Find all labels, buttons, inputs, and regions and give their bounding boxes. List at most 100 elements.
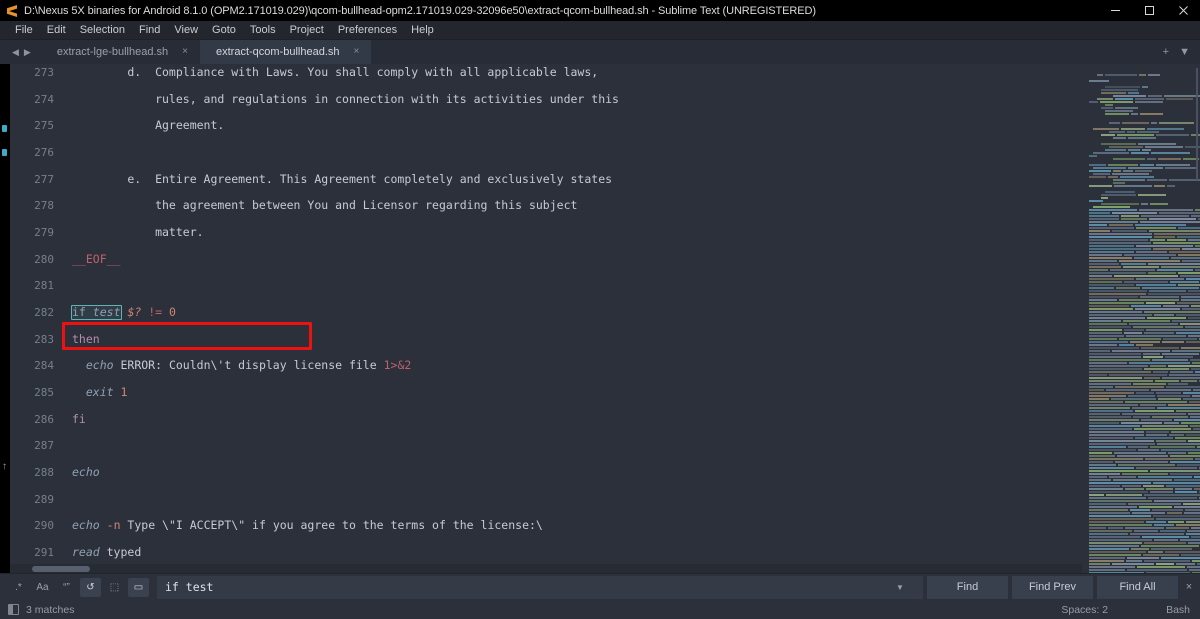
maximize-button[interactable]: [1132, 0, 1166, 21]
code-line-291[interactable]: 291 read typed: [10, 545, 1200, 559]
minimap-row: [1089, 425, 1200, 427]
highlight-results-icon[interactable]: ▭: [128, 577, 149, 597]
search-history-dropdown-icon[interactable]: ▼: [877, 575, 923, 599]
tab-extract-lge-bullhead[interactable]: extract-lge-bullhead.sh ×: [41, 40, 200, 64]
code-content[interactable]: 273 d. Compliance with Laws. You shall c…: [10, 65, 1200, 573]
code-line-287[interactable]: 287: [10, 439, 1200, 452]
find-panel-close-icon[interactable]: ×: [1178, 576, 1200, 599]
regex-icon[interactable]: .*: [8, 578, 29, 597]
line-text: e. Entire Agreement. This Agreement comp…: [72, 171, 613, 186]
menu-item-preferences[interactable]: Preferences: [331, 21, 404, 40]
minimap-rows: [1083, 64, 1200, 573]
minimap-row: [1089, 335, 1200, 337]
minimap-row: [1089, 371, 1200, 373]
code-editor[interactable]: 273 d. Compliance with Laws. You shall c…: [10, 64, 1200, 573]
code-line-284[interactable]: 284 echo ERROR: Couldn\'t display licens…: [10, 358, 1200, 373]
minimap-row: [1089, 287, 1200, 289]
find-all-button[interactable]: Find All: [1097, 575, 1178, 599]
minimap-row: [1089, 569, 1200, 571]
code-line-280[interactable]: 280 __EOF__: [10, 251, 1200, 266]
minimap-row: [1089, 470, 1200, 472]
close-button[interactable]: [1166, 0, 1200, 21]
line-text: echo: [72, 464, 100, 479]
minimap-row: [1089, 221, 1200, 223]
code-line-276[interactable]: 276: [10, 146, 1200, 159]
minimap-row: [1089, 164, 1197, 166]
minimap-row: [1089, 206, 1197, 208]
case-sensitive-icon[interactable]: Aa: [32, 578, 53, 597]
syntax-setting[interactable]: Bash: [1166, 604, 1190, 616]
line-text: __EOF__: [72, 251, 121, 266]
minimap-row: [1089, 572, 1200, 573]
line-number: 282: [34, 305, 54, 319]
minimap-row: [1089, 455, 1200, 457]
code-line-282[interactable]: 282 if test $? != 0: [10, 304, 1200, 321]
code-line-286[interactable]: 286 fi: [10, 412, 1200, 426]
code-line-273[interactable]: 273 d. Compliance with Laws. You shall c…: [10, 65, 1200, 79]
new-tab-icon[interactable]: +: [1163, 46, 1169, 58]
menu-item-file[interactable]: File: [8, 21, 40, 40]
line-number: 281: [34, 279, 54, 293]
minimize-button[interactable]: [1098, 0, 1132, 21]
minimap-row: [1089, 68, 1197, 70]
menu-item-project[interactable]: Project: [283, 21, 331, 40]
wrap-icon[interactable]: ↺: [80, 577, 101, 597]
minimap-row: [1089, 239, 1200, 241]
code-line-278[interactable]: 278 the agreement between You and Licens…: [10, 199, 1200, 213]
minimap-row: [1089, 554, 1200, 556]
minimap-row: [1089, 440, 1200, 442]
left-rail: ↑: [0, 64, 10, 573]
minimap-row: [1089, 518, 1200, 520]
minimap-row: [1089, 146, 1200, 148]
code-line-275[interactable]: 275 Agreement.: [10, 119, 1200, 133]
code-line-279[interactable]: 279 matter.: [10, 225, 1200, 239]
rail-scroll-arrow-icon[interactable]: ↑: [2, 462, 7, 472]
horizontal-scrollbar-thumb[interactable]: [32, 566, 90, 572]
tab-next-icon[interactable]: ▶: [24, 47, 31, 57]
window-title: D:\Nexus 5X binaries for Android 8.1.0 (…: [24, 4, 816, 17]
menu-item-view[interactable]: View: [167, 21, 205, 40]
menu-item-selection[interactable]: Selection: [73, 21, 132, 40]
minimap-row: [1089, 122, 1197, 124]
code-line-283[interactable]: 283 then: [10, 332, 1200, 346]
menu-item-find[interactable]: Find: [132, 21, 167, 40]
tab-close-icon[interactable]: ×: [354, 47, 360, 57]
code-line-288[interactable]: 288 echo: [10, 464, 1200, 479]
whole-word-icon[interactable]: “”: [56, 578, 77, 597]
minimap-row: [1089, 119, 1197, 121]
tab-extract-qcom-bullhead[interactable]: extract-qcom-bullhead.sh ×: [199, 40, 372, 64]
minimap-row: [1089, 263, 1200, 265]
line-text: echo ERROR: Couldn\'t display license fi…: [85, 358, 412, 373]
tab-close-icon[interactable]: ×: [182, 47, 188, 57]
minimap[interactable]: [1082, 64, 1200, 573]
line-number: 285: [34, 385, 54, 399]
menu-item-tools[interactable]: Tools: [243, 21, 283, 40]
code-line-289[interactable]: 289: [10, 493, 1200, 506]
minimap-row: [1089, 476, 1200, 478]
find-prev-button[interactable]: Find Prev: [1012, 575, 1093, 599]
sidebar-toggle-icon[interactable]: [8, 604, 19, 615]
line-number: 273: [34, 66, 54, 79]
minimap-row: [1089, 377, 1200, 379]
tab-prev-icon[interactable]: ◀: [12, 47, 19, 57]
code-line-277[interactable]: 277 e. Entire Agreement. This Agreement …: [10, 171, 1200, 186]
minimap-row: [1089, 203, 1197, 205]
find-button[interactable]: Find: [927, 575, 1008, 599]
match-count-label: 3 matches: [26, 603, 75, 616]
minimap-row: [1089, 260, 1200, 262]
menu-item-goto[interactable]: Goto: [205, 21, 243, 40]
code-line-274[interactable]: 274 rules, and regulations in connection…: [10, 92, 1200, 106]
code-line-290[interactable]: 290 echo -n Type \"I ACCEPT\" if you agre…: [10, 519, 1200, 533]
code-line-281[interactable]: 281: [10, 279, 1200, 292]
minimap-row: [1089, 320, 1200, 322]
horizontal-scrollbar[interactable]: [10, 564, 1092, 573]
indentation-setting[interactable]: Spaces: 2: [1061, 604, 1108, 616]
search-input[interactable]: if test: [157, 575, 877, 599]
menu-item-edit[interactable]: Edit: [40, 21, 73, 40]
minimap-row: [1089, 188, 1197, 190]
minimap-viewport[interactable]: [1196, 68, 1198, 180]
in-selection-icon[interactable]: ⬚: [104, 578, 125, 597]
menu-item-help[interactable]: Help: [404, 21, 441, 40]
code-line-285[interactable]: 285 exit 1: [10, 385, 1200, 399]
tab-menu-icon[interactable]: ▼: [1179, 46, 1190, 58]
